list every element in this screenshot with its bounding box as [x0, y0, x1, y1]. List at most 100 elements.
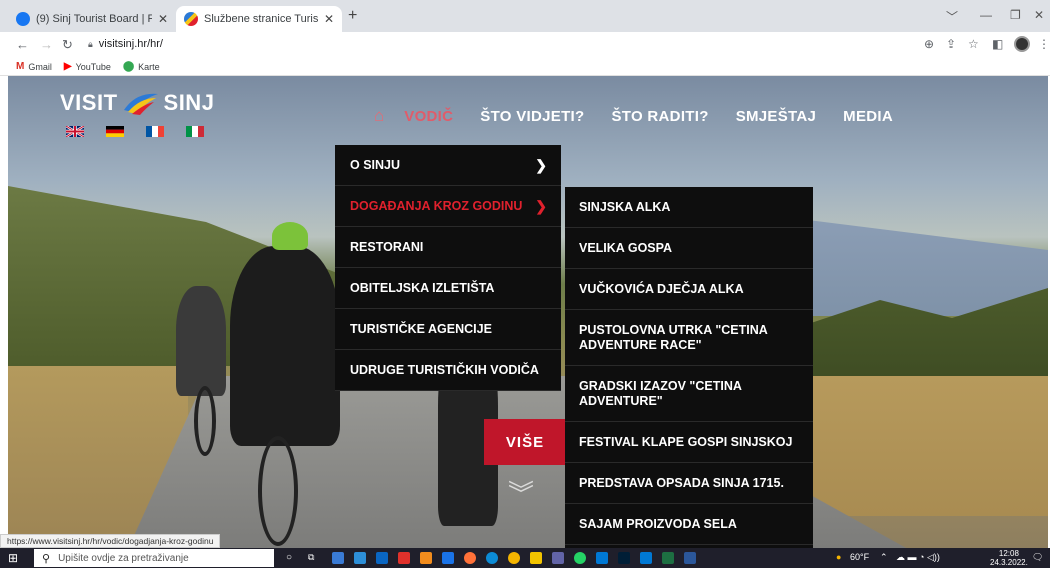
outlook-icon[interactable]: [640, 552, 652, 564]
calculator-icon[interactable]: [332, 552, 344, 564]
mail-app-icon[interactable]: [354, 552, 366, 564]
bookmark-youtube[interactable]: ▶ YouTube: [64, 61, 111, 72]
lock-icon: 🔒︎: [88, 38, 93, 49]
chevron-double-down-icon[interactable]: ︾: [508, 474, 534, 511]
dropdown-item-o-sinju[interactable]: O SINJU ❯: [335, 145, 561, 186]
edge-icon[interactable]: [486, 552, 498, 564]
submenu-item-festival-klape[interactable]: FESTIVAL KLAPE GOSPI SINJSKOJ: [565, 422, 813, 463]
visit-sinj-icon: [184, 12, 198, 26]
task-view-icon[interactable]: ⧉: [308, 552, 314, 563]
bookmark-label: Gmail: [28, 61, 52, 72]
word-icon[interactable]: [684, 552, 696, 564]
system-clock[interactable]: 12:08 24.3.2022.: [990, 549, 1028, 567]
submenu-item-sinjska-alka[interactable]: SINJSKA ALKA: [565, 187, 813, 228]
flag-it-icon[interactable]: [186, 126, 204, 137]
excel-icon[interactable]: [662, 552, 674, 564]
nav-smjestaj[interactable]: SMJEŠTAJ: [736, 108, 816, 125]
bookmark-karte[interactable]: ⬤ Karte: [123, 61, 160, 72]
browser-window: (9) Sinj Tourist Board | Facebook ✕ Služ…: [0, 0, 1050, 568]
more-button[interactable]: VIŠE: [484, 419, 566, 465]
dropdown-vodic: O SINJU ❯ DOGAĐANJA KROZ GODINU ❯ RESTOR…: [335, 145, 561, 391]
tray-chevron-up-icon[interactable]: ⌃: [880, 552, 888, 563]
dropdown-dogadanja: SINJSKA ALKA VELIKA GOSPA VUČKOVIĆA DJEČ…: [565, 187, 813, 549]
weather-temp[interactable]: 60°F: [850, 552, 869, 562]
photoshop-icon[interactable]: [618, 552, 630, 564]
submenu-item-cetina-adventure-race[interactable]: PUSTOLOVNA UTRKA "CETINA ADVENTURE RACE": [565, 310, 813, 366]
nav-sto-vidjeti[interactable]: ŠTO VIDJETI?: [480, 108, 584, 125]
vlc-icon[interactable]: [420, 552, 432, 564]
minimize-icon[interactable]: —: [980, 8, 992, 22]
nav-vodic[interactable]: VODIČ: [404, 108, 453, 125]
flag-de-icon[interactable]: [106, 126, 124, 137]
windows-start-icon[interactable]: ⊞: [8, 551, 18, 565]
submenu-item-velika-gospa[interactable]: VELIKA GOSPA: [565, 228, 813, 269]
bookmark-label: YouTube: [75, 61, 111, 72]
hero-cyclist: [230, 246, 340, 446]
tray-icons[interactable]: ☁ ▬ ◔ ◁)): [896, 552, 940, 563]
submenu-item-sajam-proizvoda[interactable]: SAJAM PROIZVODA SELA: [565, 504, 813, 545]
dropbox-icon[interactable]: [376, 552, 388, 564]
dropdown-item-dogadanja[interactable]: DOGAĐANJA KROZ GODINU ❯: [335, 186, 561, 227]
dropdown-item-label: O SINJU: [350, 158, 401, 172]
flag-uk-icon[interactable]: [66, 126, 84, 137]
restore-icon[interactable]: ❐: [1010, 8, 1021, 22]
nav-sto-raditi[interactable]: ŠTO RADITI?: [611, 108, 708, 125]
new-tab-icon[interactable]: +: [348, 7, 357, 25]
viber-icon[interactable]: [552, 552, 564, 564]
dropdown-item-udruge-vodica[interactable]: UDRUGE TURISTIČKIH VODIČA: [335, 350, 561, 391]
dropdown-item-restorani[interactable]: RESTORANI: [335, 227, 561, 268]
close-window-icon[interactable]: ✕: [1034, 8, 1044, 22]
forward-icon[interactable]: →: [40, 37, 53, 52]
taskbar: ⊞ ⚲ Upišite ovdje za pretraživanje ○ ⧉ ●…: [0, 548, 1050, 568]
share-icon[interactable]: ⇪: [946, 37, 956, 51]
url-field[interactable]: 🔒︎ visitsinj.hr/hr/: [88, 38, 163, 50]
submenu-item-djecja-alka[interactable]: VUČKOVIĆA DJEČJA ALKA: [565, 269, 813, 310]
address-bar: ← → ↻ 🔒︎ visitsinj.hr/hr/ ⊕ ⇪ ☆ ◧ ⋮: [0, 32, 1050, 58]
dropdown-item-turisticke-agencije[interactable]: TURISTIČKE AGENCIJE: [335, 309, 561, 350]
file-explorer-icon[interactable]: [530, 552, 542, 564]
tab-facebook[interactable]: (9) Sinj Tourist Board | Facebook ✕: [8, 6, 176, 32]
bookmark-gmail[interactable]: M Gmail: [16, 61, 52, 72]
tab-title: Službene stranice Turističke zajed: [204, 13, 318, 25]
clock-time: 12:08: [998, 549, 1019, 558]
side-panel-icon[interactable]: ◧: [992, 37, 1003, 51]
main-navigation: ⌂ VODIČ ŠTO VIDJETI? ŠTO RADITI? SMJEŠTA…: [374, 106, 920, 126]
dropdown-item-label: OBITELJSKA IZLETIŠTA: [350, 281, 495, 295]
close-tab-icon[interactable]: ✕: [324, 12, 334, 26]
messenger-icon[interactable]: [596, 552, 608, 564]
weather-icon[interactable]: ●: [836, 552, 841, 562]
submenu-item-cetina-adventure[interactable]: GRADSKI IZAZOV "CETINA ADVENTURE": [565, 366, 813, 422]
dropdown-item-obiteljska-izletista[interactable]: OBITELJSKA IZLETIŠTA: [335, 268, 561, 309]
close-tab-icon[interactable]: ✕: [158, 12, 168, 26]
notifications-icon[interactable]: 🗨︎: [1032, 552, 1043, 563]
whatsapp-icon[interactable]: [574, 552, 586, 564]
taskbar-search[interactable]: ⚲ Upišite ovdje za pretraživanje: [34, 549, 274, 567]
hero-background: [788, 376, 1048, 516]
facebook-icon: [16, 12, 30, 26]
chrome-icon[interactable]: [508, 552, 520, 564]
chevron-right-icon: ❯: [535, 156, 547, 173]
home-icon[interactable]: ⌂: [374, 106, 384, 126]
search-icon: ⚲: [42, 552, 51, 565]
back-icon[interactable]: ←: [16, 37, 29, 52]
firefox-icon[interactable]: [464, 552, 476, 564]
reload-icon[interactable]: ↻: [62, 37, 73, 53]
hero-cyclist: [272, 222, 308, 250]
status-url: https://www.visitsinj.hr/hr/vodic/dogadj…: [0, 534, 221, 548]
bookmark-star-icon[interactable]: ☆: [968, 37, 979, 51]
skype-icon[interactable]: [442, 552, 454, 564]
url-text: visitsinj.hr/hr/: [98, 38, 163, 50]
tab-title: (9) Sinj Tourist Board | Facebook: [36, 13, 152, 25]
tab-search-icon[interactable]: ﹀: [946, 8, 958, 25]
nav-media[interactable]: MEDIA: [843, 108, 893, 125]
site-logo[interactable]: VISIT SINJ: [60, 90, 214, 116]
zoom-icon[interactable]: ⊕: [924, 37, 934, 51]
menu-kebab-icon[interactable]: ⋮: [1038, 37, 1050, 51]
cortana-icon[interactable]: ○: [286, 552, 292, 563]
tab-visitsinj[interactable]: Službene stranice Turističke zajed ✕: [176, 6, 342, 32]
bookmark-label: Karte: [138, 61, 160, 72]
submenu-item-opsada-sinja[interactable]: PREDSTAVA OPSADA SINJA 1715.: [565, 463, 813, 504]
flag-fr-icon[interactable]: [146, 126, 164, 137]
acrobat-icon[interactable]: [398, 552, 410, 564]
profile-avatar[interactable]: [1014, 36, 1030, 52]
